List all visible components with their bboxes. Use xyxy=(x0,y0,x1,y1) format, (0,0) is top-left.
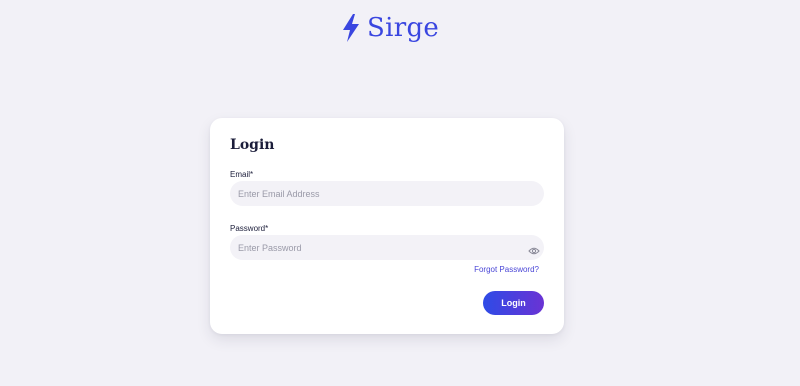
login-button[interactable]: Login xyxy=(483,291,544,315)
brand-name: Sirge xyxy=(367,13,440,43)
email-input[interactable] xyxy=(230,181,544,206)
password-input[interactable] xyxy=(230,235,544,260)
login-card: Login Email* Password* Forgot Password? … xyxy=(210,118,564,334)
eye-icon[interactable] xyxy=(528,243,540,255)
lightning-bolt-icon xyxy=(341,13,361,43)
login-title: Login xyxy=(230,137,275,153)
forgot-password-link[interactable]: Forgot Password? xyxy=(474,265,539,274)
password-label: Password* xyxy=(230,224,269,233)
email-label: Email* xyxy=(230,170,254,179)
brand-logo[interactable]: Sirge xyxy=(341,12,439,44)
